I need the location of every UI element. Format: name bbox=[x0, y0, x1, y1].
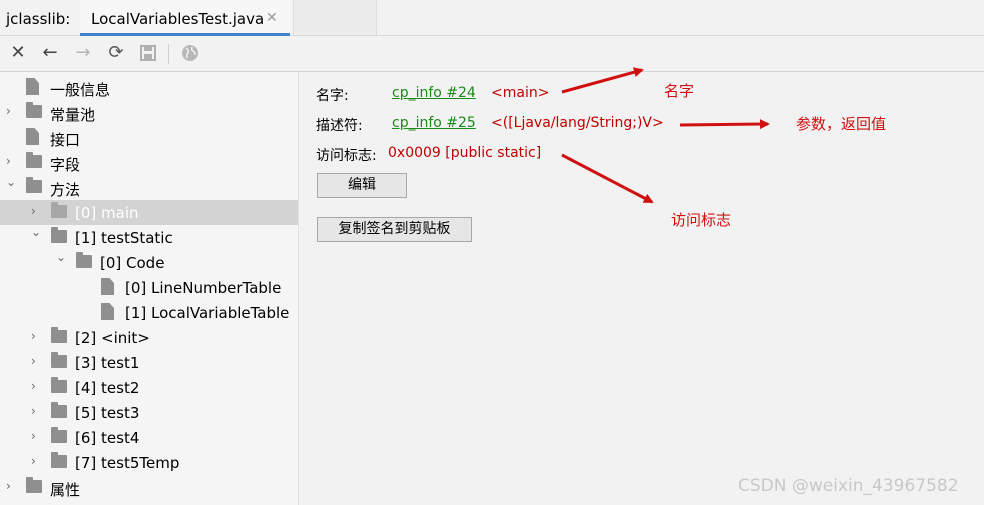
annotation-access: 访问标志 bbox=[671, 211, 732, 229]
annotation-name: 名字 bbox=[664, 82, 695, 100]
annotation-arrows bbox=[561, 67, 770, 204]
arrow-to-access bbox=[561, 153, 654, 204]
arrow-to-name bbox=[561, 67, 644, 94]
arrow-to-params bbox=[679, 119, 770, 130]
watermark: CSDN @weixin_43967582 bbox=[738, 476, 959, 496]
annotation-params: 参数，返回值 bbox=[796, 115, 887, 133]
